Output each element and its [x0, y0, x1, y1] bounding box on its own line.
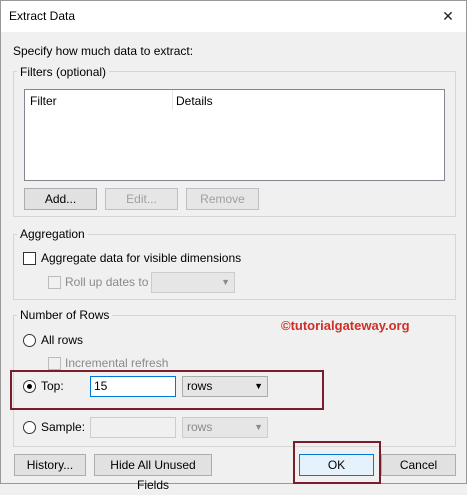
sample-unit-value: rows: [187, 420, 213, 434]
aggregation-group-label: Aggregation: [17, 227, 88, 241]
aggregate-checkbox[interactable]: [23, 252, 36, 265]
top-count-input[interactable]: 15: [90, 376, 176, 397]
extract-data-dialog: Extract Data ✕ Specify how much data to …: [0, 0, 467, 492]
all-rows-label: All rows: [41, 333, 84, 347]
ok-button[interactable]: OK: [299, 454, 374, 476]
all-rows-radio[interactable]: [23, 334, 36, 347]
edit-filter-button[interactable]: Edit...: [105, 188, 178, 210]
sample-input[interactable]: [90, 417, 176, 438]
rollup-checkbox[interactable]: [48, 276, 61, 289]
rollup-label: Roll up dates to: [65, 275, 149, 289]
filter-column-header[interactable]: Filter: [30, 94, 57, 108]
incremental-refresh-checkbox[interactable]: [48, 357, 61, 370]
sample-radio[interactable]: [23, 421, 36, 434]
chevron-down-icon: ▼: [254, 422, 263, 432]
top-label: Top:: [41, 379, 64, 393]
top-unit-value: rows: [187, 379, 213, 393]
aggregate-label: Aggregate data for visible dimensions: [41, 251, 242, 265]
sample-unit-dropdown[interactable]: rows ▼: [182, 417, 268, 438]
filters-table[interactable]: Filter Details: [24, 89, 445, 181]
remove-filter-button[interactable]: Remove: [186, 188, 259, 210]
prompt-text: Specify how much data to extract:: [13, 44, 194, 58]
title-bar: Extract Data ✕: [1, 1, 466, 32]
window-title: Extract Data: [9, 9, 76, 23]
history-button[interactable]: History...: [14, 454, 86, 476]
watermark: ©tutorialgateway.org: [281, 318, 410, 333]
sample-label: Sample:: [41, 420, 86, 434]
top-radio[interactable]: [23, 380, 36, 393]
chevron-down-icon: ▼: [254, 381, 263, 391]
filters-group-label: Filters (optional): [17, 65, 110, 79]
cancel-button[interactable]: Cancel: [381, 454, 456, 476]
add-filter-button[interactable]: Add...: [24, 188, 97, 210]
column-separator: [172, 90, 173, 110]
chevron-down-icon: ▼: [221, 277, 230, 287]
number-of-rows-group-label: Number of Rows: [17, 308, 113, 322]
close-icon[interactable]: ✕: [430, 1, 466, 32]
rollup-dropdown[interactable]: ▼: [151, 272, 235, 293]
top-unit-dropdown[interactable]: rows ▼: [182, 376, 268, 397]
hide-unused-fields-button[interactable]: Hide All Unused Fields: [94, 454, 212, 492]
details-column-header[interactable]: Details: [176, 94, 213, 108]
incremental-refresh-label: Incremental refresh: [65, 356, 169, 370]
